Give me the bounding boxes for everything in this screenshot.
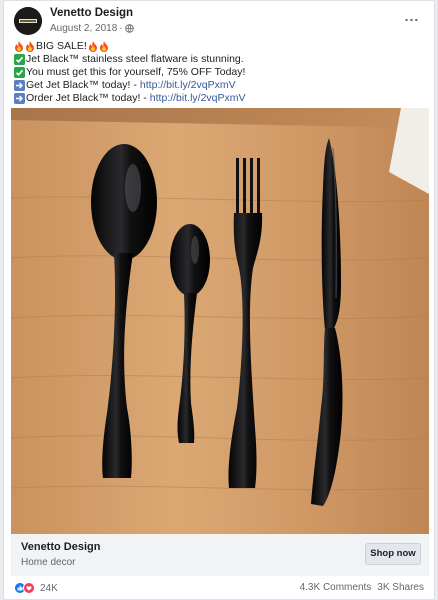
reactions-summary[interactable]: 24K (14, 582, 58, 594)
meta-separator: · (119, 23, 123, 34)
avatar-logo-icon (14, 7, 42, 35)
link-preview-bar[interactable]: Venetto Design Home decor Shop now (11, 534, 429, 576)
comments-count-link[interactable]: 4.3K Comments (300, 582, 372, 593)
fire-emoji-icon (88, 41, 97, 52)
check-emoji-icon (14, 54, 25, 65)
shop-link[interactable]: http://bit.ly/2vqPxmV (140, 79, 236, 92)
cta-subtitle: Home decor (21, 557, 76, 568)
fire-emoji-icon (99, 41, 108, 52)
page-name-link[interactable]: Venetto Design (50, 7, 133, 19)
arrow-emoji-icon (14, 93, 25, 104)
love-icon (23, 582, 35, 594)
post-header: Venetto Design August 2, 2018 · ... (14, 7, 424, 35)
order-link[interactable]: http://bit.ly/2vqPxmV (150, 92, 246, 105)
shop-now-button[interactable]: Shop now (365, 543, 421, 565)
post-line-3-text: You must get this for yourself, 75% OFF … (26, 66, 246, 78)
post-line-3: You must get this for yourself, 75% OFF … (14, 66, 424, 79)
globe-icon (124, 24, 134, 33)
sale-headline: BIG SALE! (36, 40, 87, 52)
post-line-4: Get Jet Black™ today! - http://bit.ly/2v… (14, 79, 424, 92)
cta-title[interactable]: Venetto Design (21, 541, 100, 553)
post-line-5: Order Jet Black™ today! - http://bit.ly/… (14, 92, 424, 105)
post-footer: 24K 4.3K Comments 3K Shares (14, 582, 424, 596)
post-line-2-text: Jet Black™ stainless steel flatware is s… (26, 53, 244, 65)
cutting-board (11, 120, 429, 534)
post-image[interactable] (11, 108, 429, 534)
more-options-button[interactable]: ... (402, 9, 422, 27)
page-avatar[interactable] (14, 7, 42, 35)
post-line-4-text: Get Jet Black™ today! - (26, 79, 137, 91)
flatware-photo (11, 108, 429, 534)
arrow-emoji-icon (14, 80, 25, 91)
post-line-2: Jet Black™ stainless steel flatware is s… (14, 53, 424, 66)
post-text: BIG SALE! Jet Black™ stainless steel fla… (14, 40, 424, 105)
fire-emoji-icon (26, 41, 34, 52)
fire-emoji-icon (15, 41, 23, 52)
check-emoji-icon (14, 67, 25, 78)
post-date[interactable]: August 2, 2018 (50, 23, 117, 34)
facebook-post-card: Venetto Design August 2, 2018 · ... BIG … (3, 0, 435, 600)
shares-count-link[interactable]: 3K Shares (377, 582, 424, 593)
post-line-5-text: Order Jet Black™ today! - (26, 92, 147, 104)
post-line-1: BIG SALE! (14, 40, 424, 53)
engagement-stats: 4.3K Comments 3K Shares (300, 582, 424, 593)
post-meta: August 2, 2018 · (50, 23, 134, 34)
reaction-count: 24K (40, 582, 58, 594)
